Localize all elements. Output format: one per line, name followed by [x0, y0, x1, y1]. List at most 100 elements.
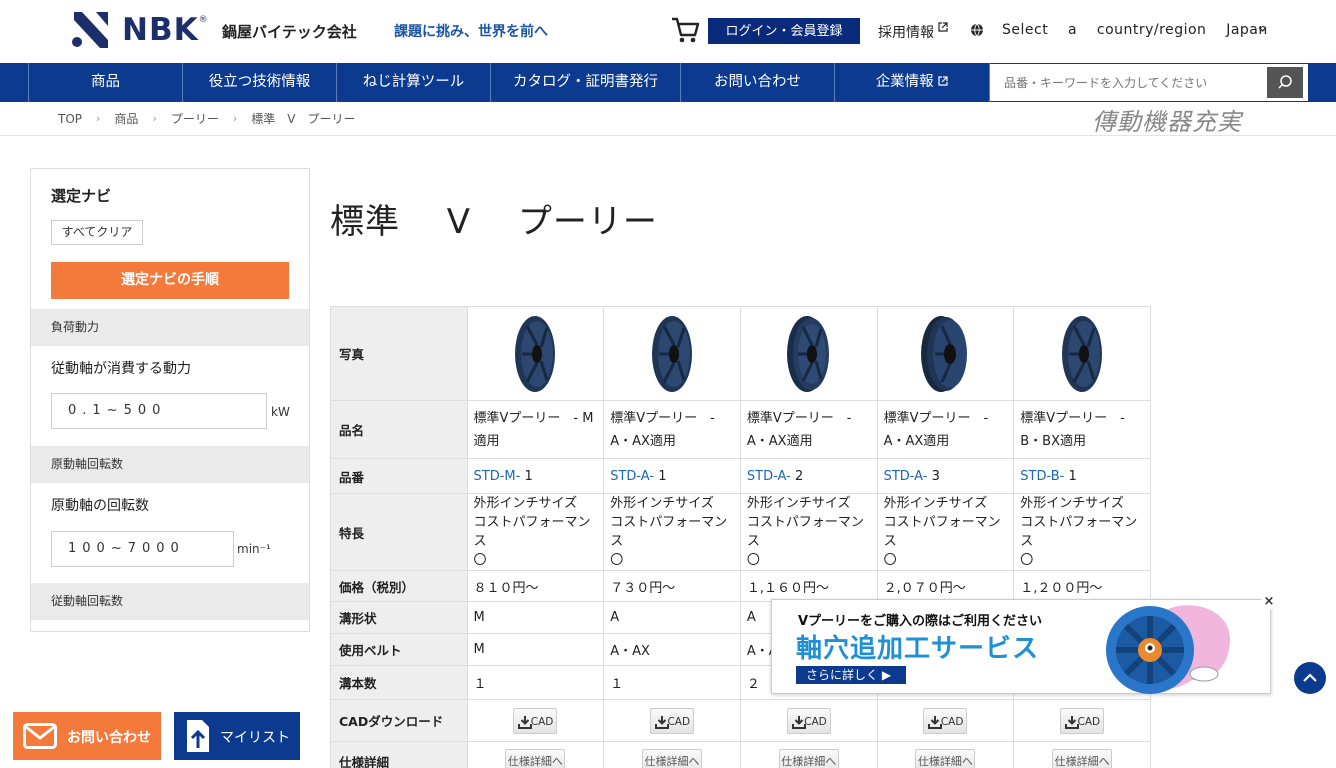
product-belt: M [466, 633, 605, 666]
external-link-icon [938, 76, 948, 86]
logo-registered-mark: ® [198, 15, 208, 25]
load-power-input[interactable]: 0.1~500 [51, 393, 267, 429]
breadcrumb-products[interactable]: 商品 [114, 110, 138, 127]
cad-download-button[interactable]: CAD [786, 707, 831, 734]
cart-icon[interactable] [670, 15, 700, 45]
section-header-drive-rpm[interactable]: 原動軸回転数 [31, 446, 309, 483]
product-name-link[interactable]: 標準Vプーリー - A・AX適用 [739, 400, 878, 459]
mylist-button[interactable]: マイリスト [174, 712, 300, 760]
spec-detail-button[interactable]: 仕様詳細へ [642, 748, 703, 768]
cad-cell: CAD [466, 699, 605, 742]
recruit-link[interactable]: 採用情報 [878, 22, 949, 42]
drive-rpm-label: 原動軸の回転数 [51, 498, 149, 514]
section-header-load-power[interactable]: 負荷動力 [31, 309, 309, 346]
mylist-label: マイリスト [220, 730, 290, 746]
product-groove: A [603, 601, 741, 634]
product-photo[interactable] [876, 306, 1015, 401]
spec-detail-button[interactable]: 仕様詳細へ [1052, 748, 1113, 768]
spec-cell: 仕様詳細へ [739, 741, 878, 768]
service-banner[interactable]: Vプーリーをご購入の際はご利用ください 軸穴追加工サービス さらに詳しく ▶ × [771, 594, 1277, 694]
product-code[interactable]: STD-B- 1 [1013, 458, 1151, 494]
spec-detail-button[interactable]: 仕様詳細へ [915, 748, 976, 768]
back-to-top-button[interactable] [1294, 662, 1326, 694]
chevron-down-icon [1258, 27, 1267, 32]
banner-close-button[interactable]: × [1261, 594, 1277, 610]
logo-text: NBK [122, 12, 199, 48]
nav-item-catalog[interactable]: カタログ・証明書発行 [490, 63, 680, 102]
mylist-add-icon [187, 720, 209, 752]
nav-item-company-label: 企業情報 [875, 74, 934, 90]
cad-download-button[interactable]: CAD [923, 707, 968, 734]
download-icon [928, 715, 943, 729]
feature-line: コストパフォーマンス [883, 515, 1001, 549]
product-photo[interactable] [739, 306, 878, 401]
product-photo[interactable] [466, 306, 605, 401]
cad-download-button[interactable]: CAD [1060, 707, 1105, 734]
product-photo[interactable] [1013, 306, 1151, 401]
site-header: NBK ® 鍋屋バイテック会社 課題に挑み、世界を前へ ログイン・会員登録 採用… [0, 0, 1336, 62]
row-header-count: 溝本数 [330, 665, 468, 700]
slogan: 課題に挑み、世界を前へ [394, 24, 548, 40]
row-header-price: 価格（税別） [330, 570, 468, 602]
cad-cell: CAD [739, 699, 878, 742]
product-code[interactable]: STD-A- 2 [739, 458, 878, 494]
nav-item-tech-info[interactable]: 役立つ技術情報 [182, 63, 336, 102]
nav-item-company[interactable]: 企業情報 [834, 63, 990, 102]
feature-line: コストパフォーマンス [473, 515, 591, 549]
spec-detail-button[interactable]: 仕様詳細へ [505, 748, 566, 768]
row-header-photo: 写真 [330, 306, 468, 401]
cad-download-button[interactable]: CAD [650, 707, 695, 734]
feature-line: 〇 [610, 553, 624, 568]
product-name-link[interactable]: 標準Vプーリー - M適用 [466, 400, 605, 459]
feature-line: コストパフォーマンス [1020, 515, 1138, 549]
company-name: 鍋屋バイテック会社 [222, 23, 357, 41]
pulley-image [921, 315, 968, 392]
search-input[interactable] [990, 64, 1266, 101]
spec-detail-button[interactable]: 仕様詳細へ [778, 748, 839, 768]
load-power-label: 従動軸が消費する動力 [51, 361, 191, 377]
clear-all-button[interactable]: すべてクリア [51, 220, 143, 245]
recruit-label: 採用情報 [878, 25, 934, 41]
feature-line: 〇 [883, 553, 897, 568]
section-header-driven-rpm[interactable]: 従動軸回転数 [31, 583, 309, 620]
cad-label: CAD [1077, 715, 1101, 728]
product-name-link[interactable]: 標準Vプーリー - A・AX適用 [876, 400, 1015, 459]
product-name-link[interactable]: 標準Vプーリー - B・BX適用 [1013, 400, 1151, 459]
pulley-image [652, 315, 693, 392]
drive-rpm-input[interactable]: 100~7000 [51, 531, 234, 567]
table-row-code: 品番 STD-M- 1 STD-A- 1 STD-A- 2 STD-A- 3 S… [330, 458, 1151, 494]
product-price: ２,０７０円～ [876, 570, 1015, 602]
product-code[interactable]: STD-A- 3 [876, 458, 1015, 494]
row-header-groove: 溝形状 [330, 601, 468, 634]
spec-cell: 仕様詳細へ [876, 741, 1015, 768]
cad-cell: CAD [876, 699, 1015, 742]
search-icon [1278, 75, 1292, 89]
nav-item-contact[interactable]: お問い合わせ [680, 63, 834, 102]
breadcrumb-pulley[interactable]: プーリー [171, 110, 219, 127]
product-price: １,２００円～ [1013, 570, 1151, 602]
product-photo[interactable] [603, 306, 741, 401]
nbk-logo[interactable]: NBK ® [70, 12, 208, 48]
search-button[interactable] [1267, 67, 1303, 98]
banner-more-button[interactable]: さらに詳しく ▶ [796, 666, 906, 684]
product-feature: 外形インチサイズ コストパフォーマンス〇 [466, 493, 605, 571]
breadcrumb-top[interactable]: TOP [58, 112, 82, 126]
cad-download-button[interactable]: CAD [513, 707, 558, 734]
nav-item-products[interactable]: 商品 [28, 63, 182, 102]
product-name-link[interactable]: 標準Vプーリー - A・AX適用 [603, 400, 741, 459]
contact-button[interactable]: お問い合わせ [13, 712, 161, 760]
nav-item-screw-tool[interactable]: ねじ計算ツール [336, 63, 490, 102]
country-selector[interactable]: Select a country/region Japan [1002, 22, 1268, 38]
breadcrumb-separator: › [232, 112, 238, 125]
cad-label: CAD [530, 715, 554, 728]
feature-line: 外形インチサイズ [746, 496, 851, 511]
navi-guide-button[interactable]: 選定ナビの手順 [51, 262, 289, 299]
table-row-spec: 仕様詳細 仕様詳細へ 仕様詳細へ 仕様詳細へ 仕様詳細へ 仕様詳細へ [330, 741, 1151, 768]
cad-cell: CAD [1013, 699, 1151, 742]
product-code[interactable]: STD-M- 1 [466, 458, 605, 494]
cad-label: CAD [940, 715, 964, 728]
cad-label: CAD [804, 715, 827, 728]
product-code[interactable]: STD-A- 1 [603, 458, 741, 494]
login-register-button[interactable]: ログイン・会員登録 [708, 18, 860, 44]
product-code-number: 3 [931, 468, 940, 484]
